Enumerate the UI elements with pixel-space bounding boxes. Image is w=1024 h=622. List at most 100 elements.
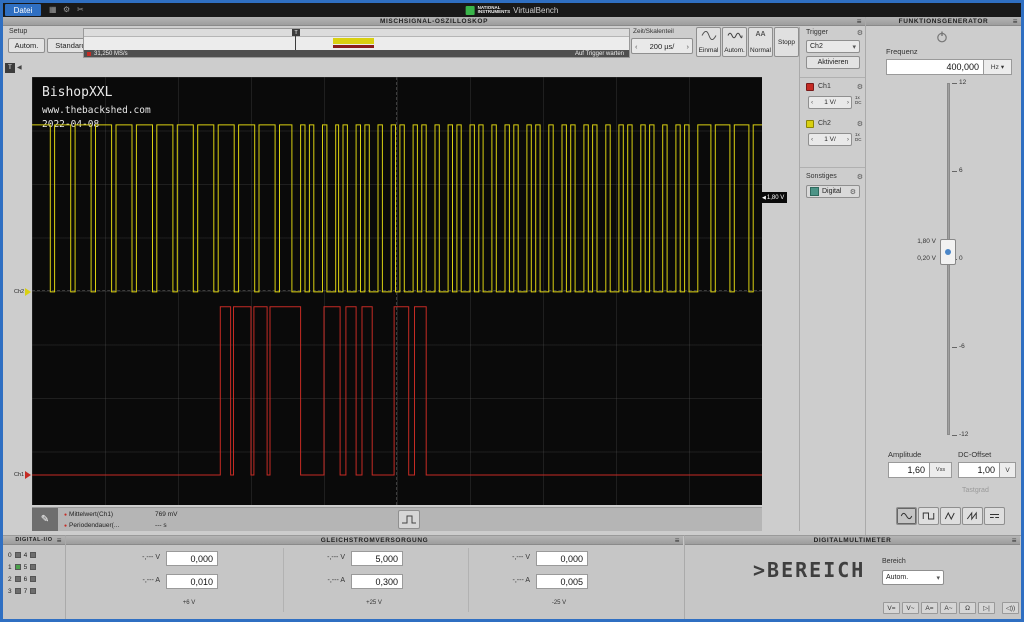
trigger-position-button[interactable] [398,510,420,529]
psu-channel-name: -25 V [474,600,644,606]
trigger-time-flag[interactable]: T [5,63,15,73]
dio-row[interactable]: 3 7 [3,585,65,597]
psu-voltage-input[interactable]: 0,000 [536,551,588,566]
measurement-edit-button[interactable]: ✎ [32,508,58,531]
ch1-scale-value: 1 V/ [824,99,836,106]
scope-menu-icon[interactable]: ≡ [857,17,862,26]
digital-gear-icon[interactable]: ⚙ [850,188,856,196]
ch2-position-marker[interactable]: Ch2 [14,288,31,296]
triangle-wave-button[interactable] [940,507,961,525]
digital-color-swatch [810,187,819,196]
run-once-button[interactable]: Einmal [696,27,721,57]
psu-current-input[interactable]: 0,005 [536,574,588,589]
ch1-scale-control[interactable]: ‹ 1 V/ › [808,96,852,109]
dio-row[interactable]: 1 5 [3,561,65,573]
timebase-increase-icon[interactable]: › [686,42,689,51]
ch2-scale-increase-icon[interactable]: › [847,136,849,143]
frequency-input[interactable]: 400,000 [886,59,984,75]
ch1-position-marker[interactable]: Ch1 [14,471,31,479]
dc-offset-unit[interactable]: V [1000,462,1016,478]
dio-title: DIGITAL-I/O [15,537,52,543]
ch2-probe: 1xDC [855,132,862,142]
run-stop-button[interactable]: Stopp [774,27,799,57]
dmm-mode-vdc-button[interactable]: V= [883,602,900,614]
file-menu-button[interactable]: Datei [5,4,41,16]
measurement-row[interactable]: ● Mittelwert(Ch1) 769 mV [64,509,177,520]
dc-offset-input[interactable]: 1,00 [958,462,1000,478]
trigger-time-arrow-icon[interactable]: ◀ [17,64,22,71]
dio-indicator [30,564,36,570]
dmm-mode-adc-button[interactable]: A= [921,602,938,614]
dmm-range-dropdown[interactable]: Autom. ▾ [882,570,944,585]
ramp-wave-button[interactable] [962,507,983,525]
ch2-section-title[interactable]: Ch2 [818,120,831,127]
slider-tick [952,171,957,172]
psu-menu-icon[interactable]: ≡ [675,536,680,545]
psu-current-input[interactable]: 0,010 [166,574,218,589]
dmm-title: DIGITALMULTIMETER [814,537,892,544]
scope-display[interactable]: BishopXXL www.thebackshed.com 2022-04-08 [32,77,762,505]
timebase-decrease-icon[interactable]: ‹ [635,42,638,51]
brand-area: NATIONALINSTRUMENTS VirtualBench [466,3,559,17]
amplitude-input[interactable]: 1,60 [888,462,930,478]
slider-scale-neg6: -6 [959,343,965,350]
dio-row[interactable]: 2 6 [3,573,65,585]
dio-panel-header: DIGITAL-I/O ≡ [3,536,65,545]
settings-icon[interactable]: ⚙ [63,5,70,14]
square-wave-button[interactable] [918,507,939,525]
psu-current-input[interactable]: 0,300 [351,574,403,589]
ch2-scale-decrease-icon[interactable]: ‹ [811,136,813,143]
psu-voltage-input[interactable]: 5,000 [351,551,403,566]
dc-offset-label: DC-Offset [958,450,991,459]
trigger-source-dropdown[interactable]: Ch2 ▾ [806,40,860,53]
preview-trigger-flag[interactable]: T [292,29,300,36]
level-high-label: 1,80 V [904,238,936,245]
frequency-unit-dropdown[interactable]: Hz ▾ [984,59,1012,75]
run-normal-button[interactable]: AA Normal [748,27,773,57]
frequency-label: Frequenz [886,47,918,56]
dio-row[interactable]: 0 4 [3,549,65,561]
screenshot-icon[interactable]: ▦ [49,5,57,14]
acquisition-preview[interactable]: T 31,250 MS/s Auf Trigger warten [83,28,630,58]
dmm-mode-continuity-button[interactable]: ◁)) [1002,602,1019,614]
utility-icon[interactable]: ✂ [77,5,84,14]
fgen-power-button[interactable] [934,30,950,44]
dmm-range-label: Bereich [882,558,906,565]
sonstiges-gear-icon[interactable]: ⚙ [857,173,863,181]
amplitude-unit[interactable]: Vss [930,462,952,478]
dmm-mode-diode-button[interactable]: ▷| [978,602,995,614]
ch2-gear-icon[interactable]: ⚙ [857,120,863,128]
dmm-mode-aac-button[interactable]: A~ [940,602,957,614]
dio-indicator [15,576,21,582]
setup-label: Setup [9,28,27,35]
ch2-color-swatch [806,120,814,128]
trigger-gear-icon[interactable]: ⚙ [857,29,863,37]
setup-auto-button[interactable]: Autom. [8,38,45,53]
ch2-scale-value: 1 V/ [824,136,836,143]
level-slider-handle[interactable] [940,239,956,265]
dmm-mode-vac-button[interactable]: V~ [902,602,919,614]
slider-scale-6: 6 [959,167,963,174]
dmm-display: >BEREICH [753,558,865,582]
sine-wave-button[interactable] [896,507,917,525]
ch2-scale-control[interactable]: ‹ 1 V/ › [808,133,852,146]
dmm-menu-icon[interactable]: ≡ [1012,536,1017,545]
dmm-mode-resistance-button[interactable]: Ω [959,602,976,614]
timebase-control[interactable]: ‹ 200 µs/ › [631,38,693,54]
trigger-level-marker[interactable]: ◀ 1,80 V [759,192,787,203]
dc-wave-button[interactable] [984,507,1005,525]
measurement-row[interactable]: ● Periodendauer(... --- s [64,520,177,531]
digital-channels-button[interactable]: Digital ⚙ [806,185,860,198]
fgen-menu-icon[interactable]: ≡ [1013,17,1018,26]
psu-voltage-input[interactable]: 0,000 [166,551,218,566]
ch1-scale-decrease-icon[interactable]: ‹ [811,99,813,106]
psu-panel: GLEICHSTROMVERSORGUNG ≡ -,--- V 0,000 -,… [65,535,684,619]
ch1-scale-increase-icon[interactable]: › [847,99,849,106]
dio-menu-icon[interactable]: ≡ [57,536,62,545]
ch1-gear-icon[interactable]: ⚙ [857,83,863,91]
ch1-section-title[interactable]: Ch1 [818,83,831,90]
run-auto-button[interactable]: Autom. [722,27,747,57]
measurement-list: ● Mittelwert(Ch1) 769 mV ● Periodendauer… [64,509,177,531]
normal-mode-icon: AA [755,31,765,38]
trigger-enable-button[interactable]: Aktivieren [806,56,860,69]
